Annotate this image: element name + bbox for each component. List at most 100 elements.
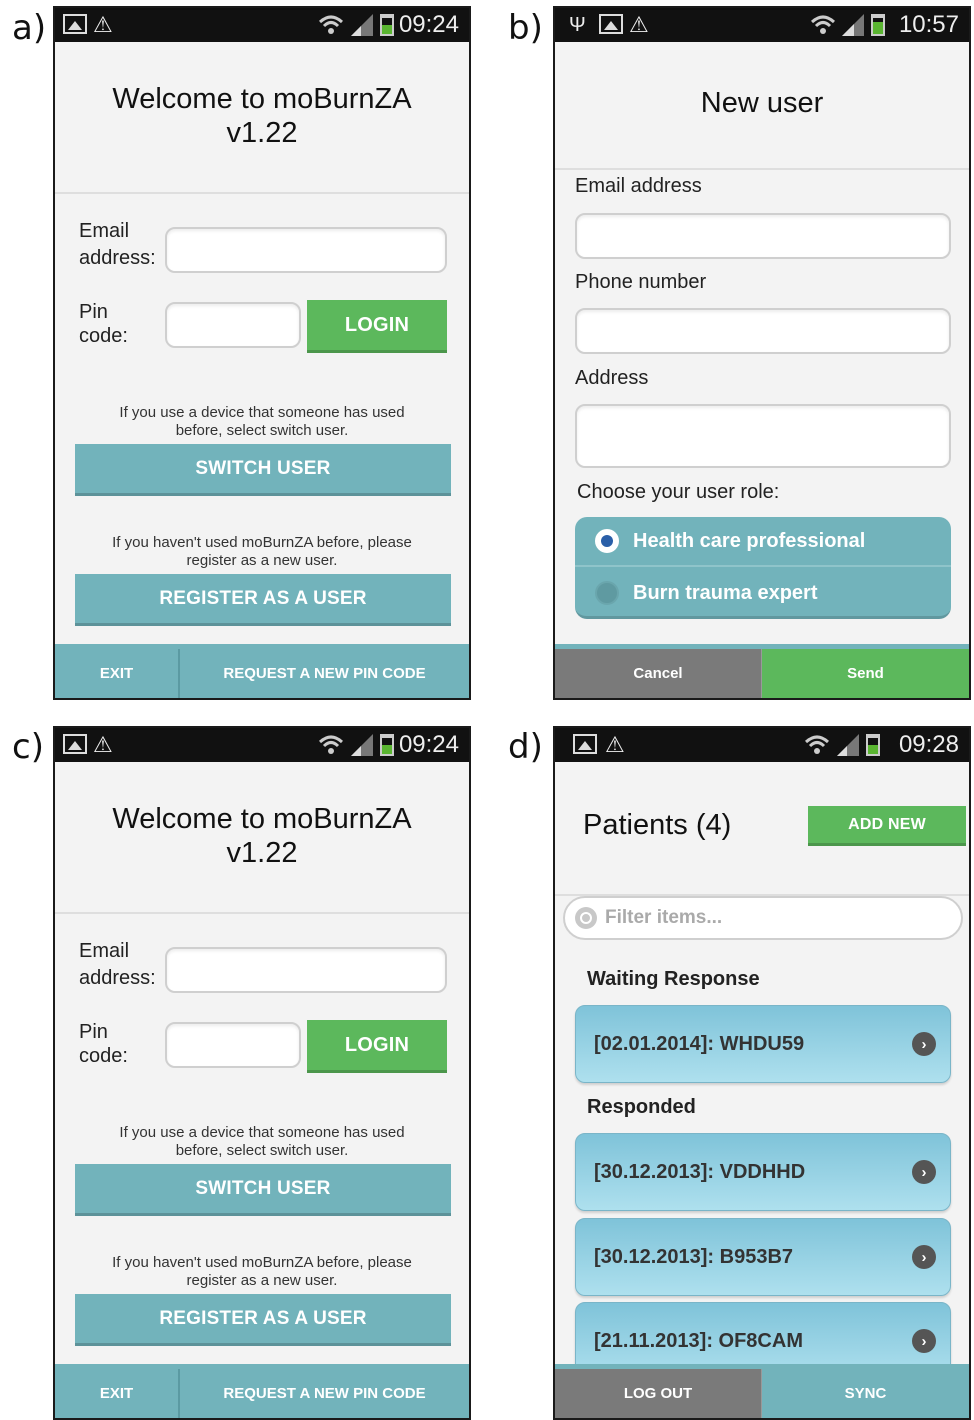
switch-user-note: If you use a device that someone has use… <box>119 404 405 439</box>
warning-icon: ⚠ <box>605 732 625 757</box>
divider <box>55 192 469 194</box>
image-icon <box>63 734 87 754</box>
image-icon <box>573 734 597 754</box>
pin-input[interactable] <box>165 302 301 348</box>
role-option-label: Burn trauma expert <box>633 581 818 604</box>
patients-title: Patients (4) <box>583 809 732 841</box>
divider <box>55 912 469 914</box>
patient-label: [30.12.2013]: VDDHHD <box>594 1160 806 1183</box>
battery-charging-icon <box>871 14 885 36</box>
new-user-screen: Ψ ⚠ 10:57 New user Email address Phone n… <box>553 6 971 700</box>
radio-selected-icon <box>595 529 619 553</box>
status-time: 10:57 <box>898 11 959 38</box>
send-button[interactable]: Send <box>762 649 969 698</box>
login-button[interactable]: LOGIN <box>307 300 447 353</box>
phone-label: Phone number <box>575 271 707 293</box>
status-bar: ⚠ 09:28 <box>555 728 969 762</box>
status-time: 09:28 <box>898 731 959 758</box>
pin-input[interactable] <box>165 1022 301 1068</box>
patients-screen: ⚠ 09:28 Patients (4) ADD NEW Filter item… <box>553 726 971 1420</box>
footer-bar: Cancel Send <box>555 644 969 698</box>
role-option-label: Health care professional <box>633 529 866 552</box>
add-new-button[interactable]: ADD NEW <box>808 806 966 846</box>
switch-user-button[interactable]: SWITCH USER <box>75 444 451 496</box>
signal-icon <box>842 14 864 36</box>
patient-label: [30.12.2013]: B953B7 <box>594 1245 794 1268</box>
exit-button[interactable]: EXIT <box>55 649 180 698</box>
login-screen-c: ⚠ 09:24 Welcome to moBurnZA v1.22 Email ad… <box>53 726 471 1420</box>
cancel-button[interactable]: Cancel <box>555 649 762 698</box>
battery-icon <box>380 14 394 36</box>
signal-icon <box>351 734 373 756</box>
exit-button[interactable]: EXIT <box>55 1369 180 1418</box>
welcome-title: Welcome to moBurnZA v1.22 <box>112 803 412 869</box>
panel-label-d: d) <box>508 727 543 767</box>
status-bar: ⚠ 09:24 <box>55 728 469 762</box>
signal-icon <box>837 734 859 756</box>
patient-label: [02.01.2014]: WHDU59 <box>594 1032 805 1055</box>
sync-button[interactable]: SYNC <box>762 1369 969 1418</box>
signal-icon <box>351 14 373 36</box>
panel-label-c: c) <box>12 727 44 767</box>
chevron-right-icon: › <box>912 1245 936 1269</box>
pin-label: Pin code: <box>79 301 128 347</box>
wifi-icon <box>318 15 344 34</box>
role-label: Choose your user role: <box>577 481 780 503</box>
new-user-title: New user <box>700 87 824 119</box>
register-button[interactable]: REGISTER AS A USER <box>75 574 451 626</box>
register-note: If you haven't used moBurnZA before, ple… <box>112 1254 412 1289</box>
warning-icon: ⚠ <box>93 12 113 37</box>
list-item[interactable]: [02.01.2014]: WHDU59 › <box>575 1005 951 1083</box>
list-item[interactable]: [30.12.2013]: VDDHHD › <box>575 1133 951 1211</box>
footer-bar: EXIT REQUEST A NEW PIN CODE <box>55 644 469 698</box>
pin-label: Pin code: <box>79 1021 128 1067</box>
wifi-icon <box>810 15 836 34</box>
welcome-title: Welcome to moBurnZA v1.22 <box>112 83 412 149</box>
address-input[interactable] <box>575 404 951 468</box>
panel-label-a: a) <box>12 8 47 48</box>
group-header-responded: Responded <box>587 1096 696 1118</box>
battery-icon <box>380 734 394 756</box>
email-label: Email address <box>575 175 702 197</box>
switch-user-note: If you use a device that someone has use… <box>119 1124 405 1159</box>
battery-icon <box>866 734 880 756</box>
wifi-icon <box>804 735 830 754</box>
usb-icon: Ψ <box>569 13 586 36</box>
address-label: Address <box>575 367 649 389</box>
logout-button[interactable]: LOG OUT <box>555 1369 762 1418</box>
role-option-health-care[interactable]: Health care professional <box>575 517 951 567</box>
phone-input[interactable] <box>575 308 951 354</box>
group-header-waiting: Waiting Response <box>587 968 760 990</box>
footer-bar: EXIT REQUEST A NEW PIN CODE <box>55 1364 469 1418</box>
image-icon <box>63 14 87 34</box>
chevron-right-icon: › <box>912 1032 936 1056</box>
wifi-icon <box>318 735 344 754</box>
email-label: Email address: <box>79 940 156 989</box>
email-input[interactable] <box>165 227 447 273</box>
patient-label: [21.11.2013]: OF8CAM <box>594 1329 803 1352</box>
switch-user-button[interactable]: SWITCH USER <box>75 1164 451 1216</box>
chevron-right-icon: › <box>912 1160 936 1184</box>
footer-bar: LOG OUT SYNC <box>555 1364 969 1418</box>
register-button[interactable]: REGISTER AS A USER <box>75 1294 451 1346</box>
filter-placeholder: Filter items... <box>605 907 723 928</box>
request-pin-button[interactable]: REQUEST A NEW PIN CODE <box>180 1369 469 1418</box>
login-screen-a: ⚠ 09:24 Welcome to moBurnZA v1.22 Email ad… <box>53 6 471 700</box>
status-bar: Ψ ⚠ 10:57 <box>555 8 969 42</box>
divider <box>555 168 969 170</box>
warning-icon: ⚠ <box>93 732 113 757</box>
request-pin-button[interactable]: REQUEST A NEW PIN CODE <box>180 649 469 698</box>
list-item[interactable]: [30.12.2013]: B953B7 › <box>575 1218 951 1296</box>
search-icon <box>575 907 597 929</box>
image-icon <box>599 14 623 34</box>
role-radio-group: Health care professional Burn trauma exp… <box>575 517 951 619</box>
email-input[interactable] <box>165 947 447 993</box>
status-time: 09:24 <box>398 11 459 38</box>
panel-label-b: b) <box>508 8 543 48</box>
status-bar: ⚠ 09:24 <box>55 8 469 42</box>
role-option-burn-expert[interactable]: Burn trauma expert <box>575 568 951 616</box>
filter-input[interactable]: Filter items... <box>563 896 963 940</box>
warning-icon: ⚠ <box>629 12 649 37</box>
login-button[interactable]: LOGIN <box>307 1020 447 1073</box>
email-input[interactable] <box>575 213 951 259</box>
